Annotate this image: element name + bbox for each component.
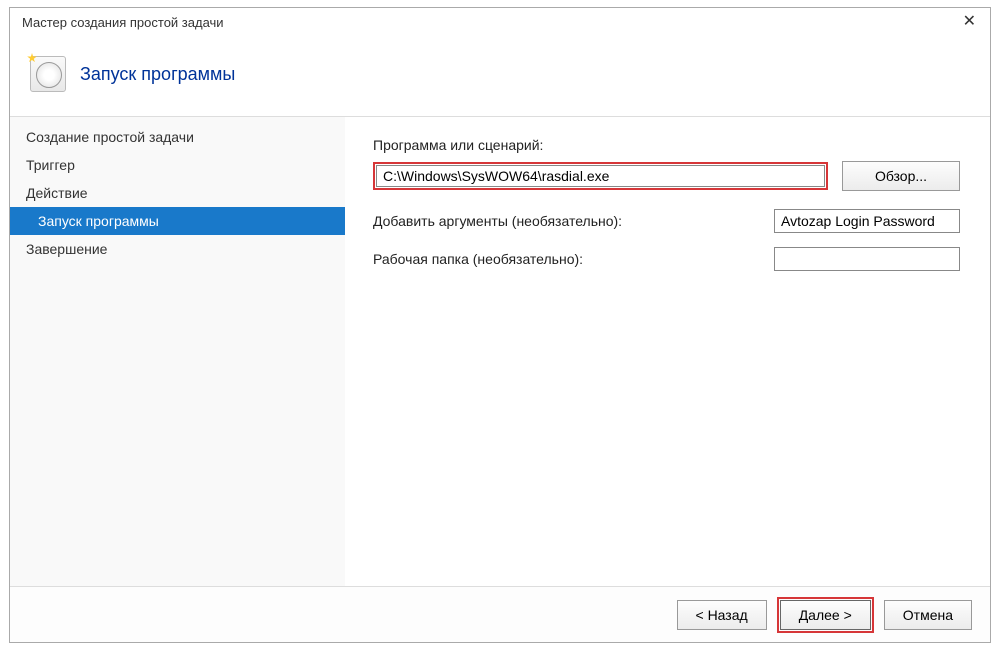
args-label: Добавить аргументы (необязательно): (373, 213, 774, 229)
sidebar-item-label: Создание простой задачи (26, 129, 194, 145)
sidebar-item-finish[interactable]: Завершение (10, 235, 345, 263)
sidebar-item-label: Завершение (26, 241, 107, 257)
scheduled-task-icon (30, 56, 66, 92)
sidebar-item-label: Триггер (26, 157, 75, 173)
body: Создание простой задачи Триггер Действие… (10, 116, 990, 586)
next-button[interactable]: Далее > (780, 600, 871, 630)
program-label: Программа или сценарий: (373, 137, 960, 153)
sidebar-item-action[interactable]: Действие (10, 179, 345, 207)
sidebar-item-label: Запуск программы (38, 213, 159, 229)
sidebar-item-start-program[interactable]: Запуск программы (10, 207, 345, 235)
workdir-row: Рабочая папка (необязательно): (373, 247, 960, 271)
window-title: Мастер создания простой задачи (22, 15, 224, 30)
sidebar: Создание простой задачи Триггер Действие… (10, 117, 345, 586)
program-row: Обзор... (373, 161, 960, 191)
program-input-highlight (373, 162, 828, 190)
sidebar-item-trigger[interactable]: Триггер (10, 151, 345, 179)
workdir-label: Рабочая папка (необязательно): (373, 251, 774, 267)
titlebar: Мастер создания простой задачи ✕ (10, 8, 990, 36)
wizard-window: Мастер создания простой задачи ✕ Запуск … (9, 7, 991, 643)
back-button[interactable]: < Назад (677, 600, 767, 630)
cancel-button[interactable]: Отмена (884, 600, 972, 630)
page-title: Запуск программы (80, 64, 235, 85)
sidebar-item-label: Действие (26, 185, 88, 201)
footer: < Назад Далее > Отмена (10, 586, 990, 642)
args-row: Добавить аргументы (необязательно): (373, 209, 960, 233)
content: Программа или сценарий: Обзор... Добавит… (345, 117, 990, 586)
header: Запуск программы (10, 36, 990, 116)
program-input[interactable] (376, 165, 825, 187)
workdir-input[interactable] (774, 247, 960, 271)
browse-button[interactable]: Обзор... (842, 161, 960, 191)
arguments-input[interactable] (774, 209, 960, 233)
sidebar-item-create-task[interactable]: Создание простой задачи (10, 123, 345, 151)
next-button-highlight: Далее > (777, 597, 874, 633)
close-icon[interactable]: ✕ (957, 14, 982, 30)
